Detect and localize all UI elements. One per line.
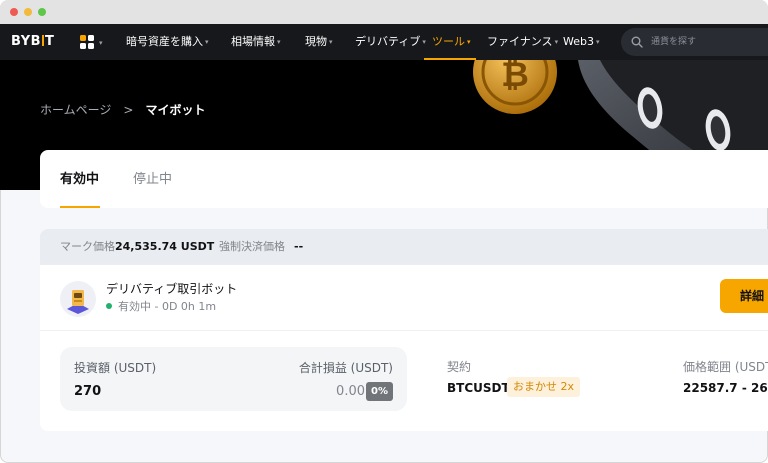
chevron-down-icon: ▾ bbox=[467, 38, 471, 46]
status-tabs: 有効中 停止中 bbox=[40, 150, 768, 208]
nav-item-markets[interactable]: 相場情報 ▾ bbox=[231, 24, 281, 60]
bot-title: デリバティブ取引ボット bbox=[106, 282, 238, 296]
chevron-down-icon: ▾ bbox=[329, 38, 333, 46]
chevron-down-icon: ▾ bbox=[422, 38, 426, 46]
tab-stopped[interactable]: 停止中 bbox=[133, 172, 172, 188]
tab-active[interactable]: 有効中 bbox=[60, 172, 99, 188]
maximize-window-button[interactable] bbox=[38, 8, 46, 16]
search-placeholder: 通貨を探す bbox=[651, 37, 697, 47]
apps-grid-icon bbox=[80, 35, 86, 41]
bybit-logo[interactable]: BYB T bbox=[11, 34, 54, 50]
total-pnl-value: 0.00 bbox=[336, 384, 365, 399]
chevron-down-icon: ▾ bbox=[595, 38, 600, 46]
nav-item-finance[interactable]: ファイナンス ▾ bbox=[487, 24, 558, 60]
close-window-button[interactable] bbox=[10, 8, 18, 16]
nav-item-derivatives[interactable]: デリバティブ ▾ bbox=[355, 24, 426, 60]
chevron-down-icon: ▾ bbox=[554, 38, 559, 46]
breadcrumb-separator: > bbox=[123, 103, 134, 117]
liquidation-price-label: 強制決済価格 bbox=[219, 240, 285, 253]
bot-card: マーク価格 24,535.74 USDT 強制決済価格 -- デリバティブ取引ボ… bbox=[40, 229, 768, 431]
apps-menu-button[interactable]: ▾ bbox=[80, 33, 106, 51]
bot-avatar-icon bbox=[60, 281, 96, 317]
status-dot-icon bbox=[106, 303, 112, 309]
logo-accent-bar bbox=[42, 35, 45, 46]
browser-window: BYB T ▾ 暗号資産を購入 ▾ 相場情報 ▾ 現物 ▾ デリバティブ ▾ ツール ▾ フ… bbox=[0, 0, 768, 463]
contract-label: 契約 bbox=[447, 360, 472, 374]
chevron-down-icon: ▾ bbox=[99, 39, 103, 47]
apps-grid-square bbox=[88, 43, 94, 49]
chevron-down-icon: ▾ bbox=[277, 38, 281, 46]
search-input[interactable]: 通貨を探す bbox=[621, 28, 768, 56]
chevron-down-icon: ▾ bbox=[205, 38, 209, 46]
price-range-value: 22587.7 - 26586.8 bbox=[683, 381, 768, 395]
contract-value: BTCUSDT bbox=[447, 381, 510, 395]
nav-item-spot[interactable]: 現物 ▾ bbox=[305, 24, 333, 60]
nav-item-buy-crypto[interactable]: 暗号資産を購入 ▾ bbox=[126, 24, 209, 60]
liquidation-price-value: -- bbox=[294, 240, 304, 253]
top-navbar: BYB T ▾ 暗号資産を購入 ▾ 相場情報 ▾ 現物 ▾ デリバティブ ▾ ツール ▾ フ… bbox=[0, 24, 768, 60]
strategy-badge: おまかせ 2x bbox=[507, 377, 581, 397]
investment-label: 投資額 (USDT) bbox=[74, 361, 157, 375]
search-icon bbox=[631, 36, 643, 48]
bot-header: デリバティブ取引ボット 有効中 - 0D 0h 1m 詳細 bbox=[40, 265, 768, 331]
price-range-label: 価格範囲 (USDT) bbox=[683, 360, 768, 374]
apps-grid-square bbox=[80, 43, 86, 49]
bot-status: 有効中 - 0D 0h 1m bbox=[106, 300, 216, 314]
investment-summary-box: 投資額 (USDT) 270 合計損益 (USDT) 0.00 0% bbox=[60, 347, 407, 411]
breadcrumb-home-link[interactable]: ホームページ bbox=[40, 103, 111, 117]
minimize-window-button[interactable] bbox=[24, 8, 32, 16]
price-strip: マーク価格 24,535.74 USDT 強制決済価格 -- bbox=[40, 229, 768, 265]
window-titlebar bbox=[0, 0, 768, 24]
apps-grid-square bbox=[88, 35, 94, 41]
total-pnl-label: 合計損益 (USDT) bbox=[298, 361, 393, 375]
pnl-percent-badge: 0% bbox=[366, 382, 393, 401]
investment-value: 270 bbox=[74, 384, 102, 399]
mark-price-value: 24,535.74 USDT bbox=[115, 240, 215, 253]
details-button[interactable]: 詳細 bbox=[720, 279, 768, 313]
svg-text:₿: ₿ bbox=[501, 60, 529, 95]
breadcrumb-current: マイボット bbox=[145, 103, 206, 117]
breadcrumb: ホームページ > マイボット bbox=[40, 102, 205, 118]
tab-active-underline bbox=[60, 206, 100, 208]
nav-item-tools[interactable]: ツール ▾ bbox=[432, 24, 471, 60]
nav-item-web3[interactable]: Web3 ▾ bbox=[563, 24, 600, 60]
mark-price-label: マーク価格 bbox=[60, 240, 115, 253]
